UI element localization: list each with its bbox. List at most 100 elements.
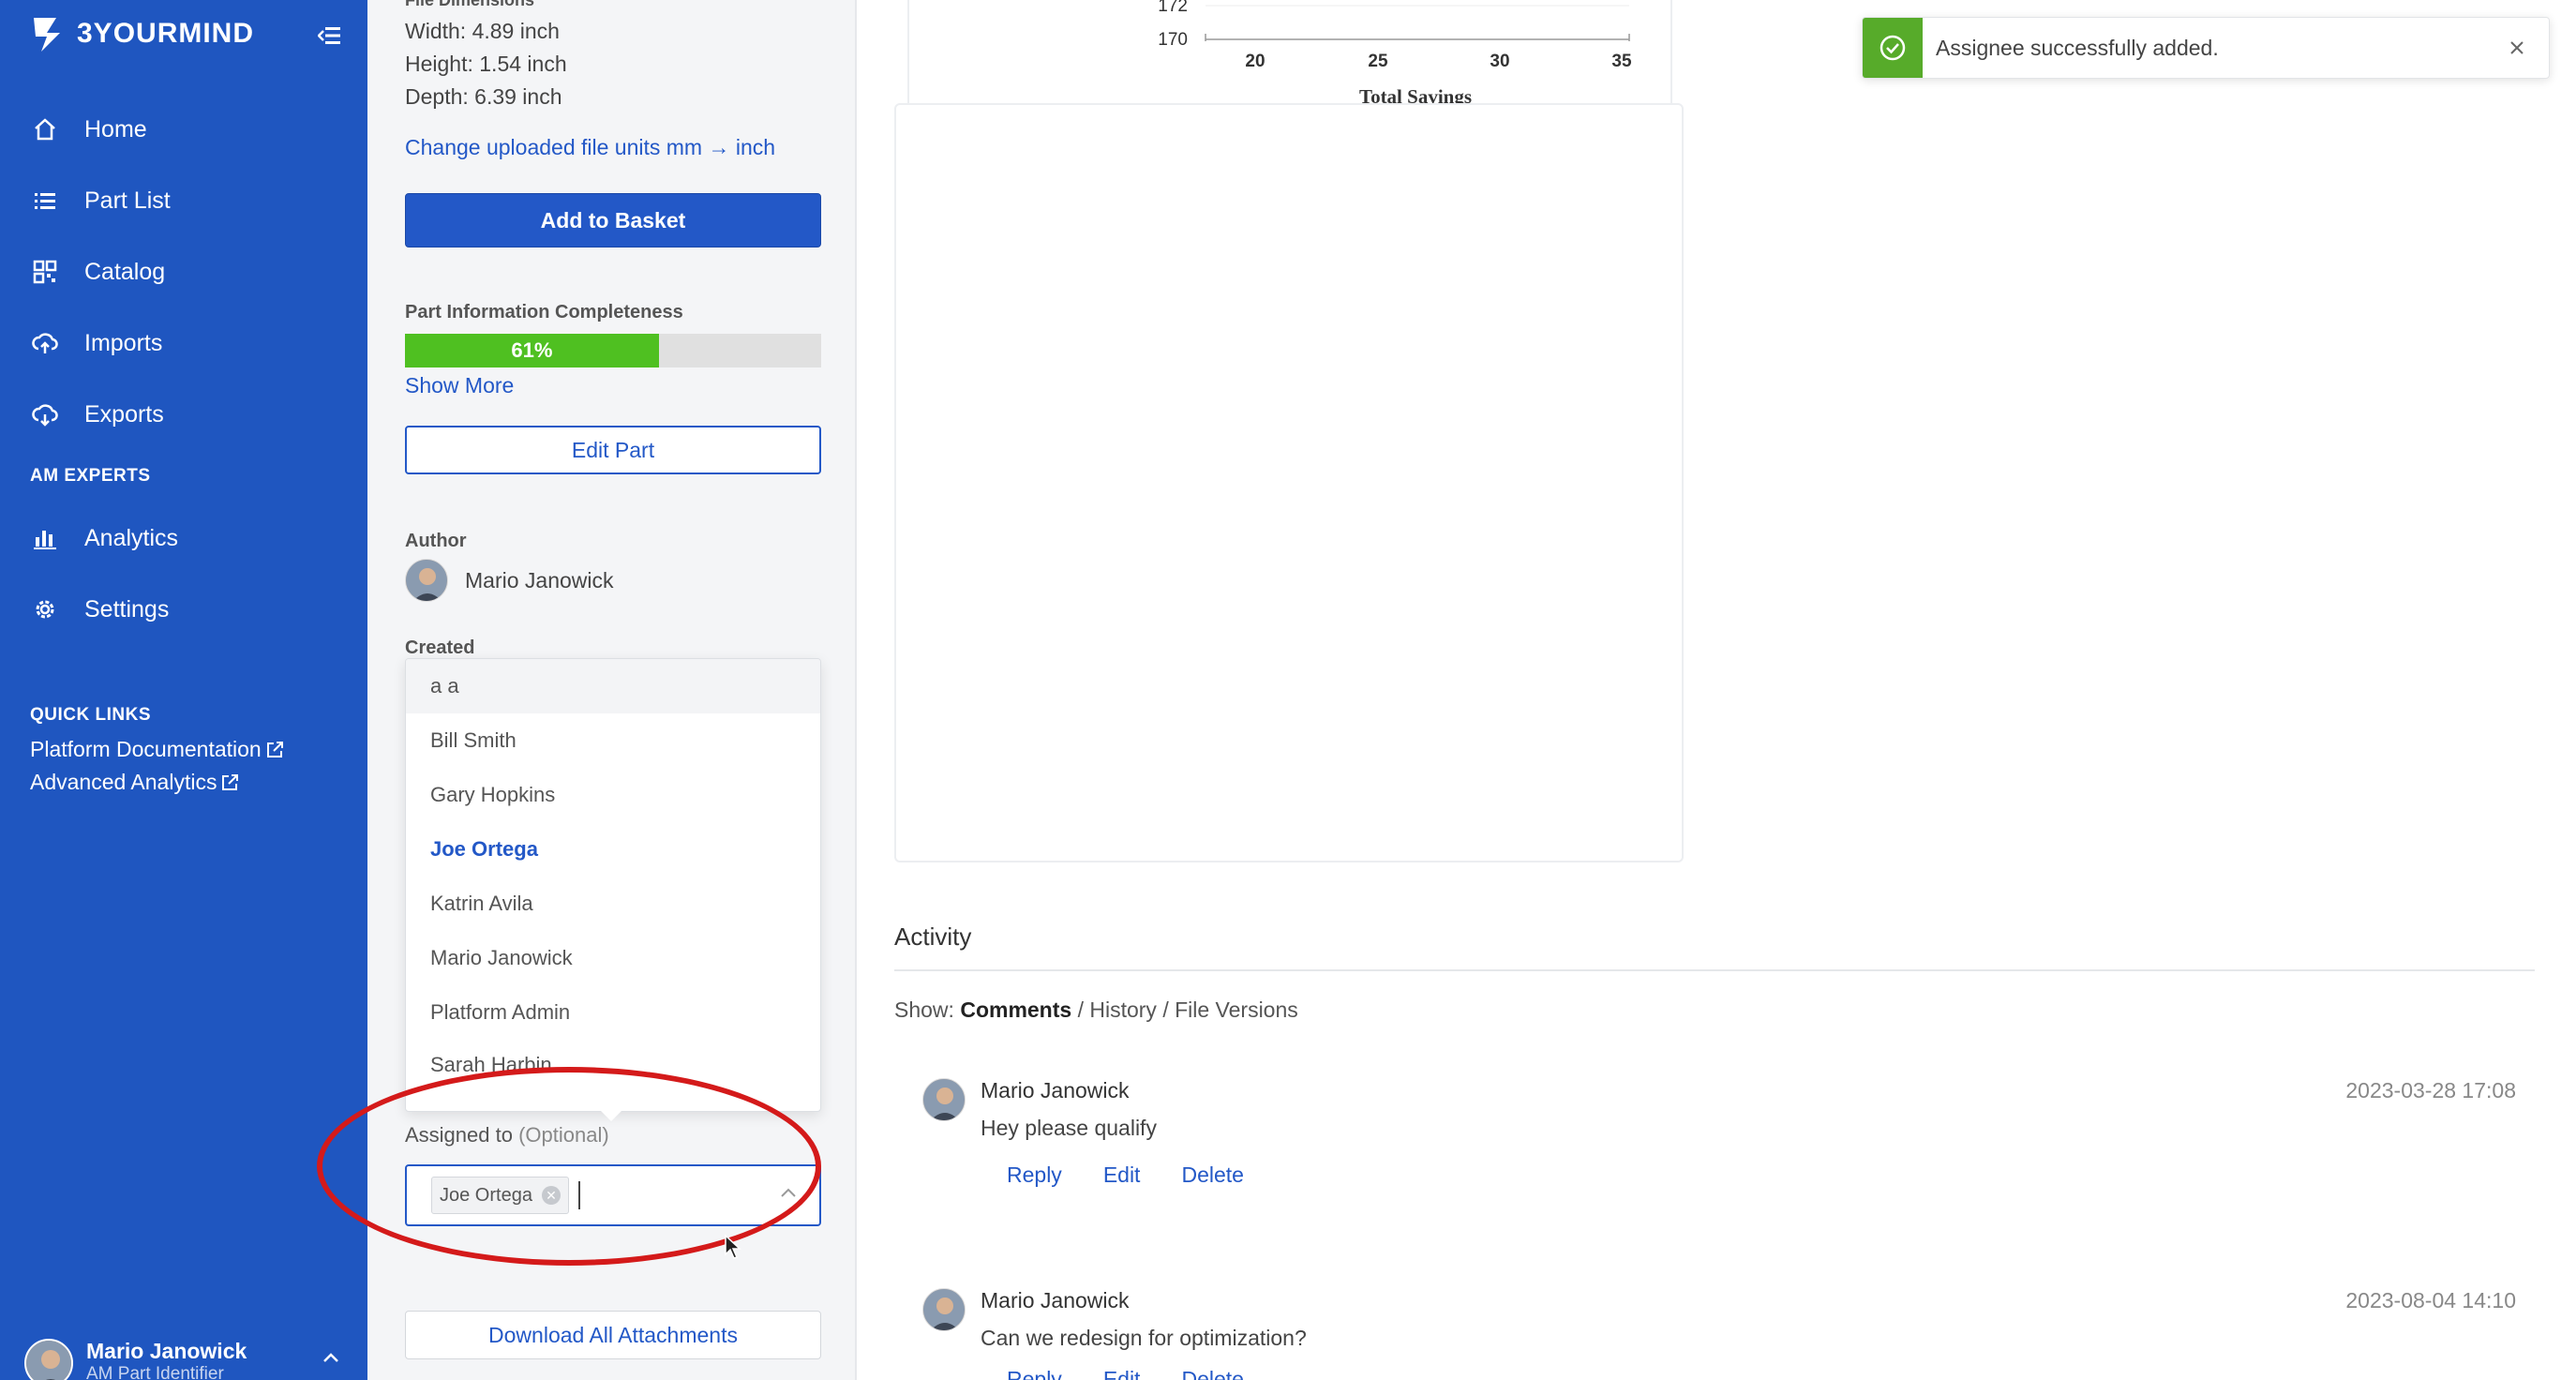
avatar [24,1339,73,1380]
sidebar: 3YOURMIND Home Part List Catalog Imports [0,0,367,1380]
assignee-select[interactable]: Joe Ortega ✕ [405,1164,821,1226]
close-toast-button[interactable] [2498,29,2536,67]
home-icon [30,114,60,144]
edit-button[interactable]: Edit [1103,1367,1141,1380]
activity-title: Activity [894,922,972,951]
file-dimensions-label: File Dimensions [405,0,535,9]
analytics-icon [30,523,60,553]
list-icon [30,186,60,216]
nav-item-label: Home [84,115,147,142]
mouse-cursor-icon [725,1234,741,1259]
dropdown-option-selected[interactable]: Joe Ortega [406,822,820,877]
dropdown-option[interactable]: Platform Admin [406,985,820,1040]
collapse-sidebar-button[interactable] [313,19,347,52]
created-label: Created [405,638,475,658]
remove-tag-icon[interactable]: ✕ [541,1186,561,1205]
delete-button[interactable]: Delete [1181,1367,1243,1380]
filter-file-versions[interactable]: File Versions [1175,998,1298,1022]
quick-link-platform-documentation[interactable]: Platform Documentation [30,733,284,766]
nav-item-settings[interactable]: Settings [0,574,367,645]
main-nav: Home Part List Catalog Imports Exports A… [0,94,367,645]
gear-icon [30,594,60,624]
dropdown-option[interactable]: Mario Janowick [406,931,820,985]
reply-button[interactable]: Reply [1007,1162,1062,1188]
user-avatar-icon [406,560,447,601]
brand-logo-icon [34,18,60,52]
external-link-icon [266,741,283,758]
chevron-up-icon [323,1353,338,1362]
comment-actions: Reply Edit Delete [1007,1367,1244,1380]
nav-item-label: Part List [84,187,171,214]
dimension-depth: Depth: 6.39 inch [405,84,562,109]
avatar [922,1288,966,1331]
dropdown-option[interactable]: Gary Hopkins [406,768,820,822]
comment-text: Can we redesign for optimization? [981,1326,1307,1350]
quick-link-label: Platform Documentation [30,737,262,761]
filter-comments[interactable]: Comments [960,998,1071,1022]
quick-link-advanced-analytics[interactable]: Advanced Analytics [30,766,284,799]
user-avatar-icon [923,1289,965,1330]
dropdown-option[interactable]: Bill Smith [406,713,820,768]
comment-item: Mario Janowick Hey please qualify 2023-0… [922,1078,2516,1191]
dropdown-option[interactable]: Sarah Harbin [406,1040,820,1077]
comment-text: Hey please qualify [981,1116,1157,1140]
brand-logo[interactable]: 3YOURMIND [28,8,347,60]
y-tick-label: 170 [1158,30,1188,50]
user-name: Mario Janowick [86,1339,247,1363]
nav-item-part-list[interactable]: Part List [0,165,367,236]
y-tick-label: 172 [1158,0,1188,16]
avatar [922,1078,966,1121]
dropdown-pointer [600,1110,622,1121]
dropdown-option[interactable]: Katrin Avila [406,877,820,931]
check-circle-icon [1880,35,1906,61]
nav-item-catalog[interactable]: Catalog [0,236,367,308]
author-name: Mario Janowick [465,567,614,592]
x-tick-label: 30 [1490,52,1509,71]
reply-button[interactable]: Reply [1007,1367,1062,1380]
user-menu[interactable]: Mario Janowick AM Part Identifier [24,1339,343,1380]
nav-item-label: Settings [84,595,170,622]
delete-button[interactable]: Delete [1181,1162,1243,1188]
completeness-label: Part Information Completeness [405,302,683,322]
toast-message: Assignee successfully added. [1936,35,2219,60]
x-tick-label: 25 [1368,52,1388,71]
cloud-upload-icon [30,328,60,358]
assigned-to-text: Assigned to [405,1123,513,1147]
quick-links-title: QUICK LINKS [30,705,151,725]
toast-status [1863,18,1923,78]
assignee-tag: Joe Ortega ✕ [431,1177,569,1214]
nav-section-am-experts: AM EXPERTS [30,466,151,486]
separator: / [1162,998,1169,1022]
change-units-link[interactable]: Change uploaded file units mm → inch [405,135,823,160]
chevron-up-icon[interactable] [780,1187,797,1198]
x-tick-label: 35 [1611,52,1632,71]
nav-item-label: Imports [84,329,163,356]
external-link-icon [222,773,239,790]
nav-item-analytics[interactable]: Analytics [0,502,367,574]
nav-item-exports[interactable]: Exports [0,379,367,450]
author-row: Mario Janowick [405,559,823,602]
user-avatar-icon [923,1079,965,1120]
cloud-download-icon [30,399,60,429]
nav-item-label: Exports [84,400,164,428]
edit-part-button[interactable]: Edit Part [405,426,821,474]
quick-links: QUICK LINKS Platform Documentation Advan… [30,705,284,799]
brand-name: 3YOURMIND [77,18,255,49]
quick-link-label: Advanced Analytics [30,770,217,794]
close-icon [2510,41,2524,54]
separator: / [1077,998,1084,1022]
divider [894,969,2535,971]
edit-button[interactable]: Edit [1103,1162,1141,1188]
add-to-basket-button[interactable]: Add to Basket [405,193,821,248]
download-all-attachments-button[interactable]: Download All Attachments [405,1311,821,1359]
user-role: AM Part Identifier [86,1364,224,1380]
filter-history[interactable]: History [1089,998,1157,1022]
nav-item-imports[interactable]: Imports [0,308,367,379]
success-toast: Assignee successfully added. [1862,17,2550,79]
show-more-link[interactable]: Show More [405,373,823,398]
comment-date: 2023-03-28 17:08 [2345,1078,2516,1102]
progress-fill: 61% [405,334,659,368]
activity-filter: Show: Comments / History / File Versions [894,998,1298,1023]
nav-item-home[interactable]: Home [0,94,367,165]
dropdown-option[interactable]: a a [406,659,820,713]
